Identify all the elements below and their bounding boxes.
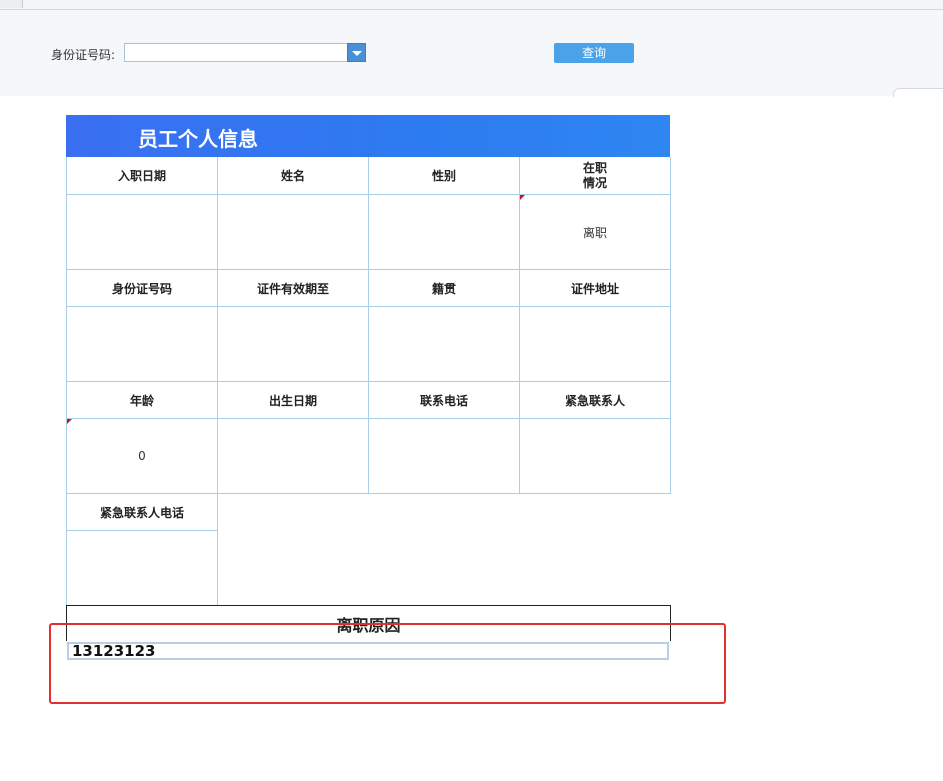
header-gender: 性别 bbox=[369, 157, 520, 195]
phone-value[interactable] bbox=[369, 419, 520, 494]
id-address-value[interactable] bbox=[520, 307, 671, 382]
emergency-phone-value[interactable] bbox=[66, 531, 218, 606]
header-phone: 联系电话 bbox=[369, 382, 520, 419]
age-value[interactable]: 0 bbox=[66, 419, 218, 494]
collapse-tab[interactable]: ··· bbox=[0, 0, 23, 8]
comment-flag-icon bbox=[520, 195, 525, 200]
birth-date-value[interactable] bbox=[218, 419, 369, 494]
header-id-address: 证件地址 bbox=[520, 270, 671, 307]
name-value[interactable] bbox=[218, 195, 369, 270]
chevron-down-icon[interactable] bbox=[347, 43, 366, 62]
hire-date-value[interactable] bbox=[66, 195, 218, 270]
form-title: 员工个人信息 bbox=[138, 127, 258, 151]
dots-icon: ··· bbox=[2, 0, 14, 4]
header-id-number: 身份证号码 bbox=[66, 270, 218, 307]
header-birth-date: 出生日期 bbox=[218, 382, 369, 419]
resignation-reason-input[interactable]: 13123123 bbox=[67, 642, 669, 660]
age-text: 0 bbox=[138, 449, 146, 463]
header-emergency-contact: 紧急联系人 bbox=[520, 382, 671, 419]
top-strip bbox=[0, 0, 943, 10]
header-employment-status: 在职 情况 bbox=[520, 157, 671, 195]
header-age: 年龄 bbox=[66, 382, 218, 419]
id-number-label: 身份证号码: bbox=[51, 48, 116, 62]
employment-status-text: 离职 bbox=[582, 225, 607, 240]
id-number-value[interactable] bbox=[66, 307, 218, 382]
header-hire-date: 入职日期 bbox=[66, 157, 218, 195]
emergency-contact-value[interactable] bbox=[520, 419, 671, 494]
header-id-expiry: 证件有效期至 bbox=[218, 270, 369, 307]
id-expiry-value[interactable] bbox=[218, 307, 369, 382]
comment-flag-icon bbox=[67, 419, 72, 424]
id-number-select[interactable] bbox=[124, 43, 366, 62]
header-emergency-phone: 紧急联系人电话 bbox=[66, 494, 218, 531]
header-native-place: 籍贯 bbox=[369, 270, 520, 307]
query-bar: 身份证号码: 查询 bbox=[0, 10, 943, 96]
native-place-value[interactable] bbox=[369, 307, 520, 382]
panel-fold-edge bbox=[893, 88, 943, 97]
header-name: 姓名 bbox=[218, 157, 369, 195]
resignation-reason-title: 离职原因 bbox=[66, 605, 671, 641]
form-title-banner: 员工个人信息 bbox=[66, 115, 670, 157]
employment-status-value[interactable]: 离职 bbox=[520, 195, 671, 270]
gender-value[interactable] bbox=[369, 195, 520, 270]
query-button[interactable]: 查询 bbox=[554, 43, 634, 63]
